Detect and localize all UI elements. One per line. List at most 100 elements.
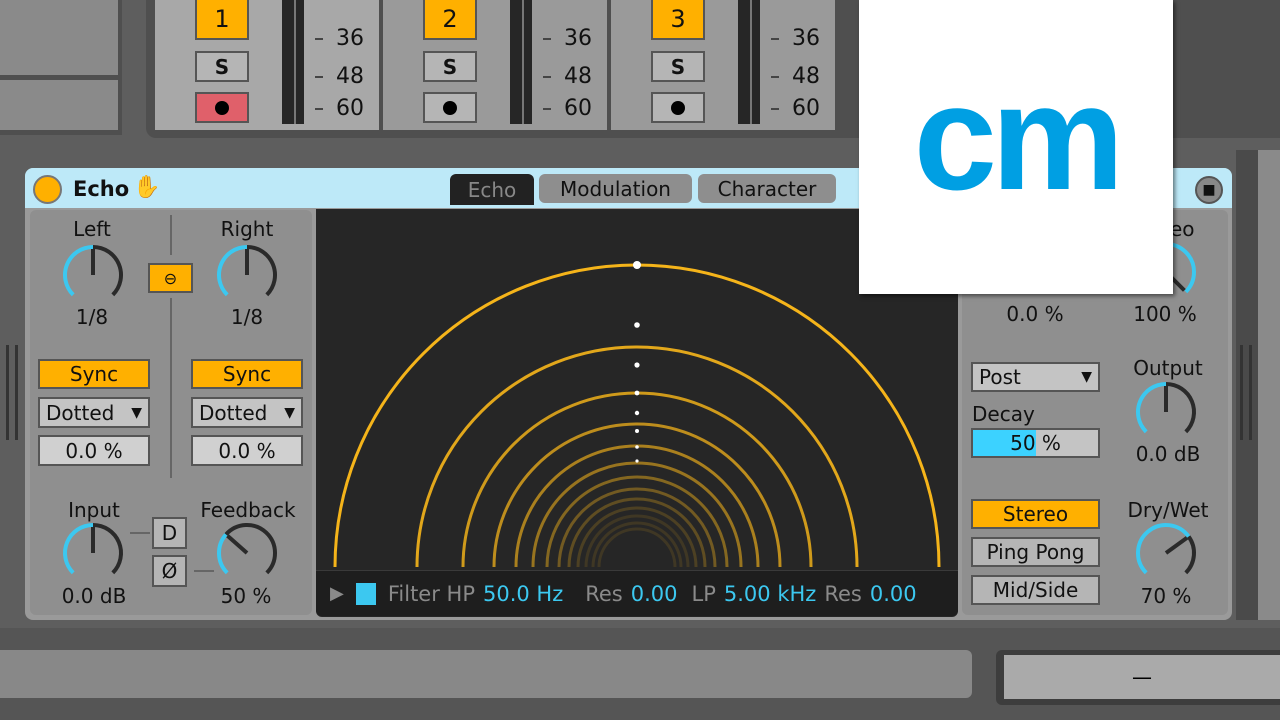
chevron-down-icon: ▼ <box>131 404 142 421</box>
arm-button[interactable] <box>195 92 249 123</box>
knob1-value: 0.0 % <box>1006 302 1064 326</box>
res-label: Res <box>824 581 862 606</box>
echo-dot <box>635 429 639 433</box>
arm-button[interactable] <box>651 92 705 123</box>
echo-dot <box>634 410 640 416</box>
clock-icon <box>215 100 229 115</box>
scale-tick <box>771 108 779 110</box>
bottom-field[interactable]: — <box>1004 655 1280 699</box>
scale-tick <box>543 108 551 110</box>
hp-value[interactable]: 50.0 Hz <box>483 582 563 606</box>
button-label: S <box>670 54 686 79</box>
scale-tick <box>315 76 323 78</box>
echo-dot <box>635 445 639 449</box>
lp-res-value[interactable]: 0.00 <box>870 582 917 606</box>
drywet-value: 70 % <box>1140 584 1192 608</box>
field-value: — <box>1132 665 1152 689</box>
post-dropdown[interactable]: Post ▼ <box>971 362 1100 392</box>
right-sync-button[interactable]: Sync <box>191 359 303 389</box>
record-dot-icon <box>443 100 457 115</box>
scroll-handle[interactable] <box>6 345 18 440</box>
tab-label: Echo <box>467 177 517 202</box>
level-meter <box>524 0 532 124</box>
left-offset-slider[interactable]: 0.0 % <box>38 435 150 466</box>
solo-button[interactable]: S <box>423 51 477 82</box>
scale-label: 60 <box>564 96 592 121</box>
res-label: Res <box>585 581 623 606</box>
scale-tick <box>315 38 323 40</box>
scale-label: 36 <box>564 26 592 51</box>
button-label: Ping Pong <box>986 540 1085 564</box>
hp-res-value[interactable]: 0.00 <box>631 582 678 606</box>
mode-mid-side-button[interactable]: Mid/Side <box>971 575 1100 605</box>
scale-label: 48 <box>336 64 364 89</box>
device-power-button[interactable] <box>33 175 62 204</box>
output-label: Output <box>1133 356 1203 380</box>
filter-toggle[interactable] <box>355 582 376 605</box>
scale-label: 60 <box>792 96 820 121</box>
left-mode-dropdown[interactable]: Dotted ▼ <box>38 397 150 428</box>
clip-slot[interactable] <box>0 0 118 75</box>
logo-text: cm <box>913 52 1125 221</box>
clip-slot[interactable] <box>0 80 118 130</box>
filter-bar: ▶ Filter HP 50.0 Hz Res 0.00 LP 5.00 kHz… <box>316 570 958 616</box>
scale-label: 48 <box>792 64 820 89</box>
chevron-down-icon: ▼ <box>284 404 295 421</box>
button-label: D <box>161 521 178 545</box>
hand-icon: ✋ <box>133 175 161 200</box>
lp-label: LP <box>691 581 716 606</box>
right-mode-dropdown[interactable]: Dotted ▼ <box>191 397 303 428</box>
scale-label: 36 <box>792 26 820 51</box>
phase-invert-button[interactable]: Ø <box>152 555 187 587</box>
scale-tick <box>543 38 551 40</box>
bottom-left-panel <box>0 650 972 698</box>
connector-line <box>194 570 214 572</box>
track-activator-button[interactable]: 3 <box>651 0 705 40</box>
input-label: Input <box>68 498 120 522</box>
button-label: S <box>442 54 458 79</box>
mode-ping-pong-button[interactable]: Ping Pong <box>971 537 1100 567</box>
arm-button[interactable] <box>423 92 477 123</box>
mode-stereo-button[interactable]: Stereo <box>971 499 1100 529</box>
tab-character[interactable]: Character <box>698 174 836 203</box>
slider-value: 50 % <box>1010 431 1061 455</box>
scale-tick <box>771 76 779 78</box>
dropdown-value: Post <box>979 365 1021 389</box>
stereo-value: 100 % <box>1133 302 1197 326</box>
decay-slider[interactable]: 50 % <box>971 428 1100 458</box>
echo-dot <box>633 261 641 269</box>
save-preset-icon[interactable]: ■ <box>1195 176 1223 204</box>
echo-dot <box>634 390 640 396</box>
slider-value: 0.0 % <box>218 438 276 463</box>
record-dot-icon <box>671 100 685 115</box>
button-label: Stereo <box>1002 502 1069 526</box>
dry-button[interactable]: D <box>152 517 187 549</box>
link-button[interactable]: ⊖ <box>148 263 193 293</box>
track-activator-button[interactable]: 1 <box>195 0 249 40</box>
track-activator-button[interactable]: 2 <box>423 0 477 40</box>
dropdown-value: Dotted <box>199 400 268 425</box>
right-offset-slider[interactable]: 0.0 % <box>191 435 303 466</box>
button-label: S <box>214 54 230 79</box>
left-sync-button[interactable]: Sync <box>38 359 150 389</box>
right-value: 1/8 <box>230 305 264 329</box>
solo-button[interactable]: S <box>651 51 705 82</box>
cm-logo: cm <box>859 0 1173 294</box>
button-label: Mid/Side <box>992 578 1079 602</box>
stereo-label: eo <box>1170 217 1195 241</box>
divider <box>170 215 172 255</box>
expand-icon[interactable]: ▶ <box>330 583 344 604</box>
lp-value[interactable]: 5.00 kHz <box>724 582 816 606</box>
sync-label: Sync <box>69 362 119 386</box>
scale-label: 36 <box>336 26 364 51</box>
scale-tick <box>315 108 323 110</box>
tab-echo[interactable]: Echo <box>450 174 534 205</box>
scale-label: 48 <box>564 64 592 89</box>
echo-dot <box>634 322 640 328</box>
tab-label: Modulation <box>560 176 671 201</box>
tab-modulation[interactable]: Modulation <box>539 174 692 203</box>
solo-button[interactable]: S <box>195 51 249 82</box>
echo-arc <box>597 527 677 568</box>
feedback-label: Feedback <box>200 498 296 522</box>
scroll-handle[interactable] <box>1240 345 1252 440</box>
